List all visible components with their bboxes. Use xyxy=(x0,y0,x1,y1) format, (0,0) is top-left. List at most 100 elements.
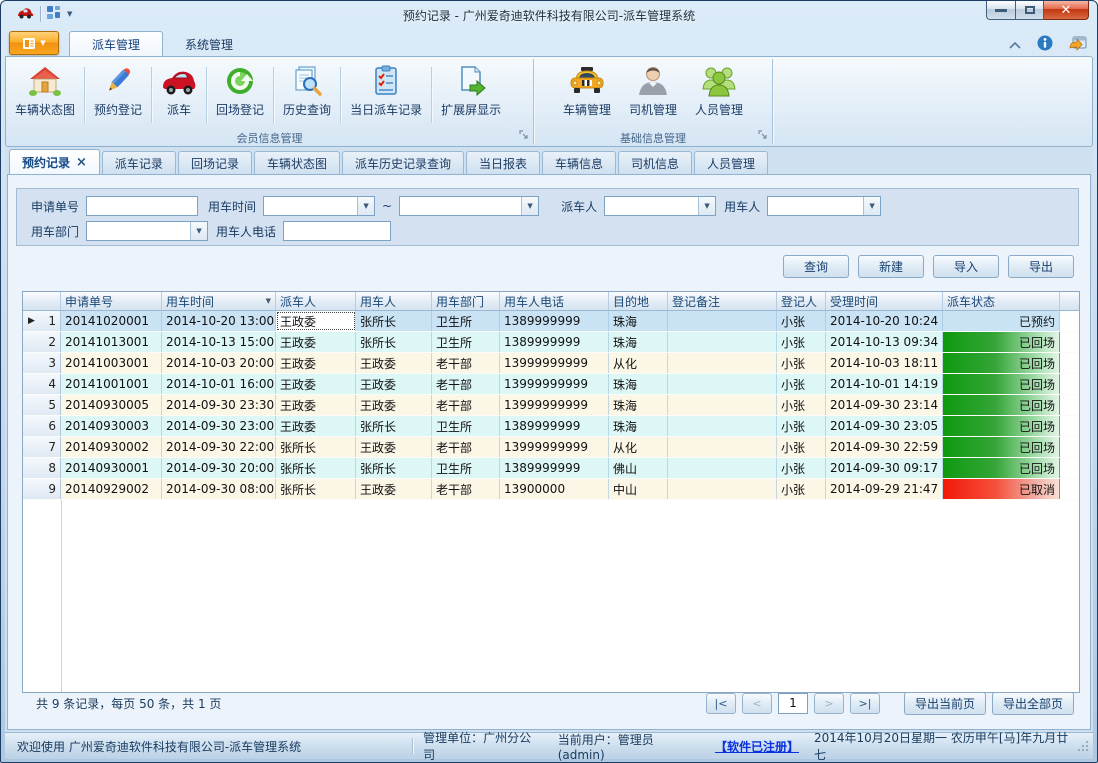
dialog-launcher-icon[interactable] xyxy=(519,130,529,143)
cell-dest[interactable]: 佛山 xyxy=(609,458,668,478)
grid-header-dest[interactable]: 目的地 xyxy=(609,292,668,310)
cell-accept_time[interactable]: 2014-09-29 21:47 xyxy=(826,479,943,499)
cell-status[interactable]: 已预约 xyxy=(943,311,1060,331)
cell-phone[interactable]: 13900000 xyxy=(500,479,609,499)
cell-remark[interactable] xyxy=(668,332,777,352)
cell-order[interactable]: 20141020001 xyxy=(61,311,162,331)
doc-tab-5[interactable]: 派车历史记录查询 xyxy=(342,151,464,174)
application-menu-button[interactable]: ▼ xyxy=(9,31,59,55)
cell-use_time[interactable]: 2014-10-03 20:00 xyxy=(162,353,276,373)
tab-close-icon[interactable]: × xyxy=(76,156,87,169)
doc-tab-9[interactable]: 人员管理 xyxy=(694,151,768,174)
grid-header-user[interactable]: 用车人 xyxy=(356,292,432,310)
cell-dispatcher[interactable]: 王政委 xyxy=(276,395,356,415)
grid-header-use_time[interactable]: 用车时间▼ xyxy=(162,292,276,310)
cell-registrar[interactable]: 小张 xyxy=(777,416,826,436)
cell-registrar[interactable]: 小张 xyxy=(777,311,826,331)
cell-dest[interactable]: 中山 xyxy=(609,479,668,499)
cell-remark[interactable] xyxy=(668,479,777,499)
table-row[interactable]: 6201409300032014-09-30 23:00王政委张所长卫生所138… xyxy=(23,416,1079,437)
export-all-pages-button[interactable]: 导出全部页 xyxy=(992,692,1074,715)
cell-registrar[interactable]: 小张 xyxy=(777,332,826,352)
cell-use_time[interactable]: 2014-09-30 22:00 xyxy=(162,437,276,457)
cell-dispatcher[interactable]: 张所长 xyxy=(276,437,356,457)
use-time-to-combo[interactable]: ▼ xyxy=(399,196,539,216)
cell-order[interactable]: 20140930005 xyxy=(61,395,162,415)
grid-header-dispatcher[interactable]: 派车人 xyxy=(276,292,356,310)
cell-dispatcher[interactable]: 王政委 xyxy=(276,353,356,373)
table-row[interactable]: 9201409290022014-09-30 08:00张所长王政委老干部139… xyxy=(23,479,1079,500)
cell-order[interactable]: 20140930003 xyxy=(61,416,162,436)
cell-phone[interactable]: 1389999999 xyxy=(500,332,609,352)
resize-grip[interactable] xyxy=(1077,740,1089,755)
cell-remark[interactable] xyxy=(668,374,777,394)
cell-dest[interactable]: 从化 xyxy=(609,437,668,457)
cell-registrar[interactable]: 小张 xyxy=(777,374,826,394)
cell-dept[interactable]: 卫生所 xyxy=(432,458,500,478)
cell-dest[interactable]: 珠海 xyxy=(609,416,668,436)
table-row[interactable]: ▶1201410200012014-10-20 13:00王政委张所长卫生所13… xyxy=(23,311,1079,332)
grid-header-dept[interactable]: 用车部门 xyxy=(432,292,500,310)
cell-dispatcher[interactable]: 张所长 xyxy=(276,479,356,499)
cell-remark[interactable] xyxy=(668,416,777,436)
grid-header-registrar[interactable]: 登记人 xyxy=(777,292,826,310)
cell-registrar[interactable]: 小张 xyxy=(777,353,826,373)
person-manage-button[interactable]: 人员管理 xyxy=(686,61,752,129)
reservation-register-button[interactable]: 预约登记 xyxy=(85,61,151,129)
collapse-ribbon-icon[interactable] xyxy=(1009,38,1021,52)
next-page-button[interactable]: > xyxy=(814,693,844,714)
grid-header-accept_time[interactable]: 受理时间 xyxy=(826,292,943,310)
page-number-input[interactable]: 1 xyxy=(778,693,808,714)
extend-screen-button[interactable]: 扩展屏显示 xyxy=(432,61,510,129)
table-row[interactable]: 3201410030012014-10-03 20:00王政委王政委老干部139… xyxy=(23,353,1079,374)
table-row[interactable]: 5201409300052014-09-30 23:30王政委王政委老干部139… xyxy=(23,395,1079,416)
cell-dept[interactable]: 老干部 xyxy=(432,479,500,499)
cell-dest[interactable]: 珠海 xyxy=(609,374,668,394)
cell-status[interactable]: 已回场 xyxy=(943,374,1060,394)
cell-dest[interactable]: 珠海 xyxy=(609,332,668,352)
cell-dept[interactable]: 老干部 xyxy=(432,437,500,457)
grid-header-order[interactable]: 申请单号 xyxy=(61,292,162,310)
grid-header-remark[interactable]: 登记备注 xyxy=(668,292,777,310)
sort-arrow-icon[interactable]: ▼ xyxy=(266,297,271,305)
cell-dept[interactable]: 老干部 xyxy=(432,353,500,373)
row-indicator[interactable]: ▶1 xyxy=(23,311,61,331)
grid-header-status[interactable]: 派车状态 xyxy=(943,292,1060,310)
cell-dept[interactable]: 卫生所 xyxy=(432,311,500,331)
return-register-button[interactable]: 回场登记 xyxy=(207,61,273,129)
doc-tab-1[interactable]: 预约记录× xyxy=(9,149,100,174)
cell-user[interactable]: 张所长 xyxy=(356,416,432,436)
cell-dispatcher[interactable]: 王政委 xyxy=(276,374,356,394)
cell-order[interactable]: 20141003001 xyxy=(61,353,162,373)
driver-manage-button[interactable]: 司机管理 xyxy=(620,61,686,129)
cell-status[interactable]: 已回场 xyxy=(943,437,1060,457)
cell-order[interactable]: 20140930001 xyxy=(61,458,162,478)
cell-dest[interactable]: 珠海 xyxy=(609,395,668,415)
cell-order[interactable]: 20140930002 xyxy=(61,437,162,457)
row-indicator[interactable]: 6 xyxy=(23,416,61,436)
row-indicator[interactable]: 2 xyxy=(23,332,61,352)
today-dispatch-record-button[interactable]: 当日派车记录 xyxy=(341,61,431,129)
dispatch-button[interactable]: 派车 xyxy=(152,61,206,129)
combo-arrow-icon[interactable]: ▼ xyxy=(521,197,538,215)
dept-combo[interactable]: ▼ xyxy=(86,221,208,241)
cell-remark[interactable] xyxy=(668,458,777,478)
cell-dest[interactable]: 珠海 xyxy=(609,311,668,331)
cell-user[interactable]: 王政委 xyxy=(356,395,432,415)
cell-registrar[interactable]: 小张 xyxy=(777,395,826,415)
cell-status[interactable]: 已回场 xyxy=(943,416,1060,436)
cell-status[interactable]: 已回场 xyxy=(943,395,1060,415)
cell-remark[interactable] xyxy=(668,353,777,373)
combo-arrow-icon[interactable]: ▼ xyxy=(190,222,207,240)
doc-tab-8[interactable]: 司机信息 xyxy=(618,151,692,174)
dialog-launcher-icon[interactable] xyxy=(758,130,768,143)
cell-dispatcher[interactable]: 王政委 xyxy=(276,416,356,436)
cell-accept_time[interactable]: 2014-10-20 10:24 xyxy=(826,311,943,331)
cell-accept_time[interactable]: 2014-09-30 22:59 xyxy=(826,437,943,457)
cell-phone[interactable]: 13999999999 xyxy=(500,353,609,373)
cell-user[interactable]: 王政委 xyxy=(356,353,432,373)
cell-user[interactable]: 张所长 xyxy=(356,458,432,478)
cell-user[interactable]: 王政委 xyxy=(356,437,432,457)
export-current-page-button[interactable]: 导出当前页 xyxy=(904,692,986,715)
cell-phone[interactable]: 13999999999 xyxy=(500,437,609,457)
